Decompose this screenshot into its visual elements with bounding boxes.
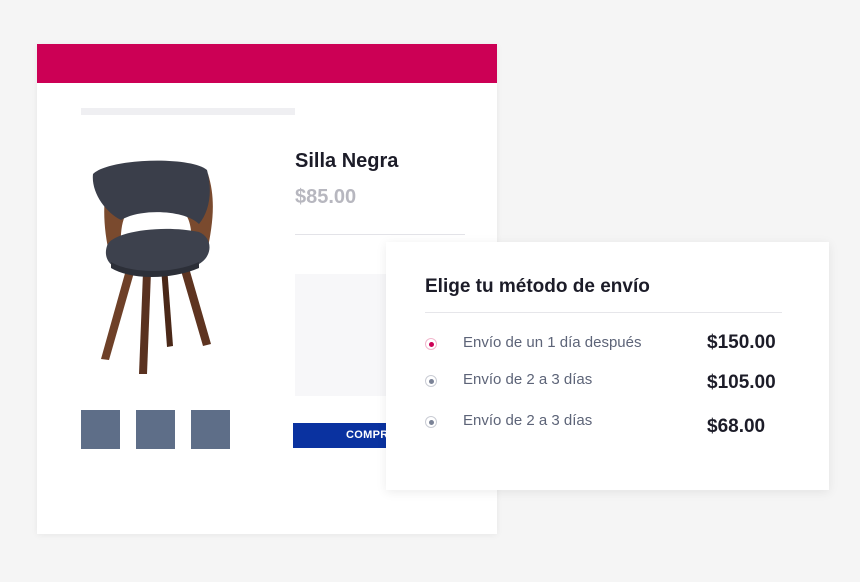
thumbnail-list xyxy=(81,410,230,449)
divider xyxy=(295,234,465,235)
thumbnail-2[interactable] xyxy=(136,410,175,449)
breadcrumb-placeholder xyxy=(81,108,295,115)
radio-selected-icon[interactable] xyxy=(425,338,437,350)
product-price: $85.00 xyxy=(295,186,357,208)
shipping-option-label: Envío de 2 a 3 días xyxy=(463,412,593,429)
shipping-option-label: Envío de 2 a 3 días xyxy=(463,371,593,388)
radio-icon[interactable] xyxy=(425,375,437,387)
shipping-option-2[interactable]: Envío de 2 a 3 días $105.00 xyxy=(425,371,785,401)
shipping-option-label: Envío de un 1 día después xyxy=(463,334,642,351)
shipping-method-panel: Elige tu método de envío Envío de un 1 d… xyxy=(386,242,829,490)
shipping-option-price: $150.00 xyxy=(707,332,776,353)
thumbnail-3[interactable] xyxy=(191,410,230,449)
shipping-title: Elige tu método de envío xyxy=(425,276,650,297)
product-title: Silla Negra xyxy=(295,150,399,172)
shipping-option-1[interactable]: Envío de un 1 día después $150.00 xyxy=(425,330,785,360)
shipping-option-price: $68.00 xyxy=(707,416,766,437)
shipping-option-price: $105.00 xyxy=(707,372,776,393)
shipping-option-3[interactable]: Envío de 2 a 3 días $68.00 xyxy=(425,412,785,442)
card-header-bar xyxy=(37,44,497,83)
product-image xyxy=(92,160,213,374)
divider xyxy=(425,312,782,313)
radio-icon[interactable] xyxy=(425,416,437,428)
thumbnail-1[interactable] xyxy=(81,410,120,449)
